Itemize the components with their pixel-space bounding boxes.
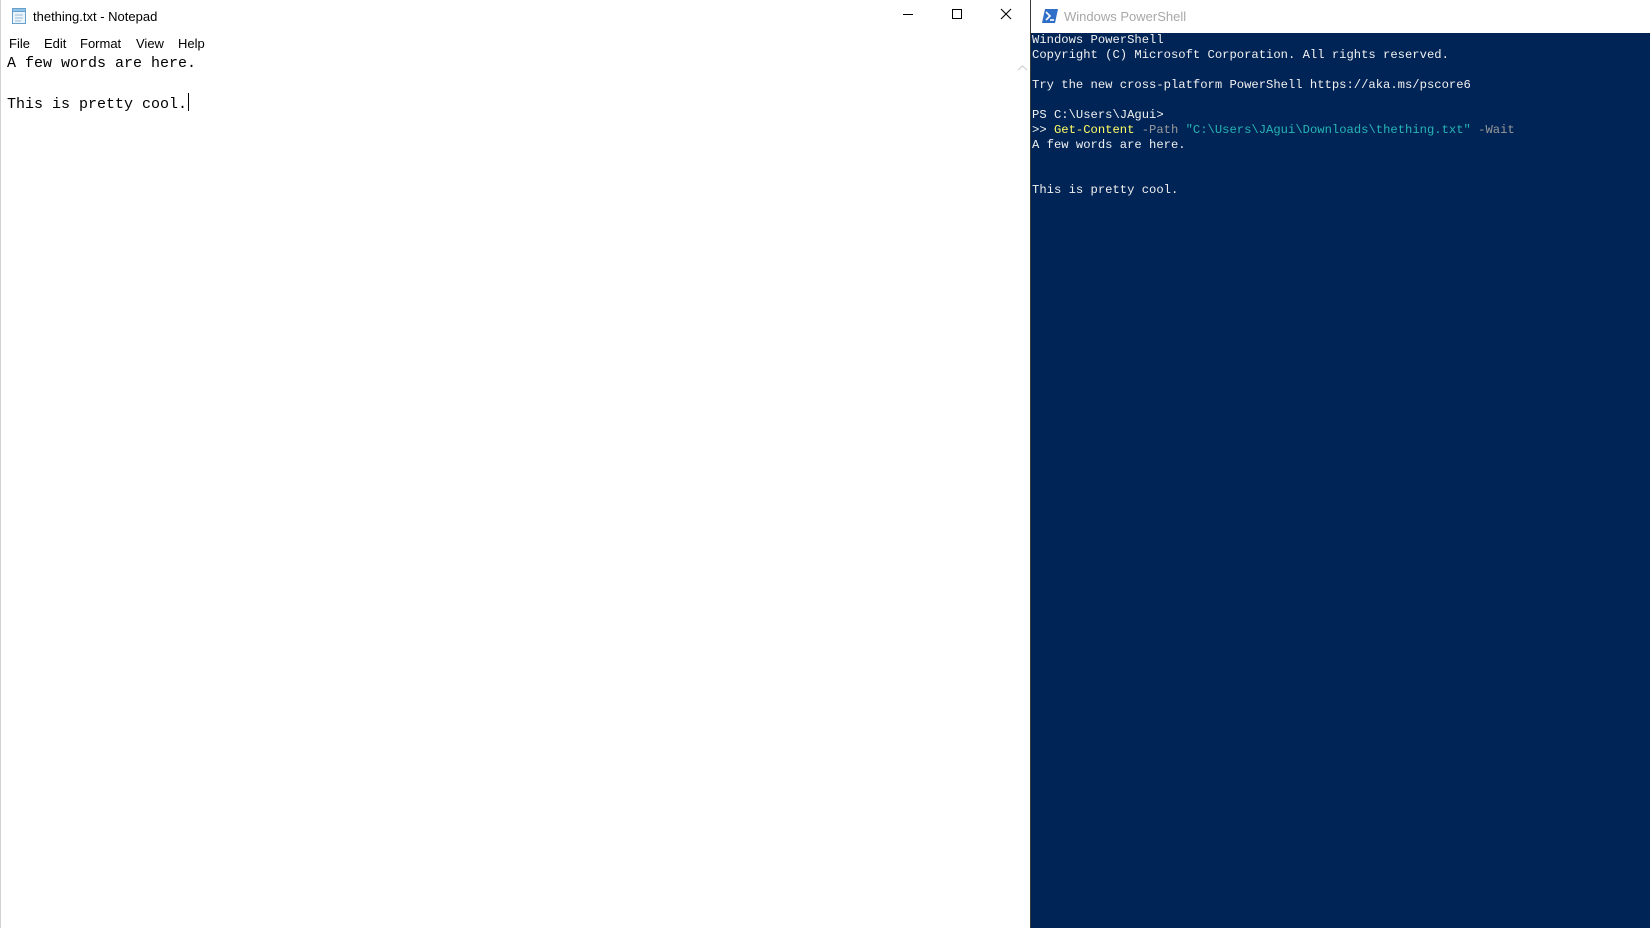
- powershell-title-bar[interactable]: Windows PowerShell: [1031, 0, 1650, 33]
- close-icon: [1000, 7, 1012, 25]
- window-title: Windows PowerShell: [1064, 9, 1187, 24]
- scroll-up-arrow-icon[interactable]: [1017, 59, 1028, 71]
- parameter-path: -Path: [1134, 123, 1186, 137]
- powershell-icon: [1042, 9, 1058, 23]
- menu-edit[interactable]: Edit: [44, 36, 66, 51]
- minimize-button[interactable]: [885, 0, 931, 32]
- console-line: Copyright (C) Microsoft Corporation. All…: [1032, 48, 1449, 62]
- console-output[interactable]: Windows PowerShell Copyright (C) Microso…: [1032, 33, 1650, 928]
- editor-line: A few words are here.: [7, 55, 197, 72]
- maximize-icon: [951, 7, 963, 25]
- menu-file[interactable]: File: [9, 36, 30, 51]
- editor-line-text: This is pretty cool.: [7, 96, 188, 113]
- text-editor-area[interactable]: A few words are here. This is pretty coo…: [1, 54, 1014, 928]
- continuation-prompt: >>: [1032, 123, 1054, 137]
- minimize-icon: [902, 7, 914, 25]
- console-output-line: A few words are here.: [1032, 138, 1186, 152]
- parameter-wait: -Wait: [1470, 123, 1515, 137]
- console-line: Try the new cross-platform PowerShell ht…: [1032, 78, 1471, 92]
- notepad-window: thething.txt - Notepad File Edit Format …: [0, 0, 1031, 928]
- maximize-button[interactable]: [934, 0, 980, 32]
- console-command-line: >> Get-Content -Path "C:\Users\JAgui\Dow…: [1032, 123, 1515, 138]
- console-line: Windows PowerShell: [1032, 33, 1164, 47]
- menu-help[interactable]: Help: [178, 36, 205, 51]
- menu-format[interactable]: Format: [80, 36, 121, 51]
- notepad-icon: [12, 8, 26, 24]
- text-caret: [188, 93, 190, 111]
- menu-view[interactable]: View: [136, 36, 164, 51]
- powershell-window: Windows PowerShell Windows PowerShell Co…: [1030, 0, 1650, 928]
- cmdlet-name: Get-Content: [1053, 123, 1135, 137]
- console-output-line: This is pretty cool.: [1032, 183, 1179, 197]
- menu-bar: File Edit Format View Help: [1, 34, 1031, 54]
- console-prompt: PS C:\Users\JAgui>: [1032, 108, 1164, 122]
- notepad-title-bar[interactable]: thething.txt - Notepad: [1, 0, 1031, 34]
- path-string: "C:\Users\JAgui\Downloads\thething.txt": [1185, 123, 1471, 137]
- editor-line: This is pretty cool.: [7, 93, 190, 113]
- vertical-scrollbar[interactable]: [1014, 54, 1031, 928]
- close-button[interactable]: [983, 0, 1029, 32]
- window-title: thething.txt - Notepad: [33, 9, 158, 24]
